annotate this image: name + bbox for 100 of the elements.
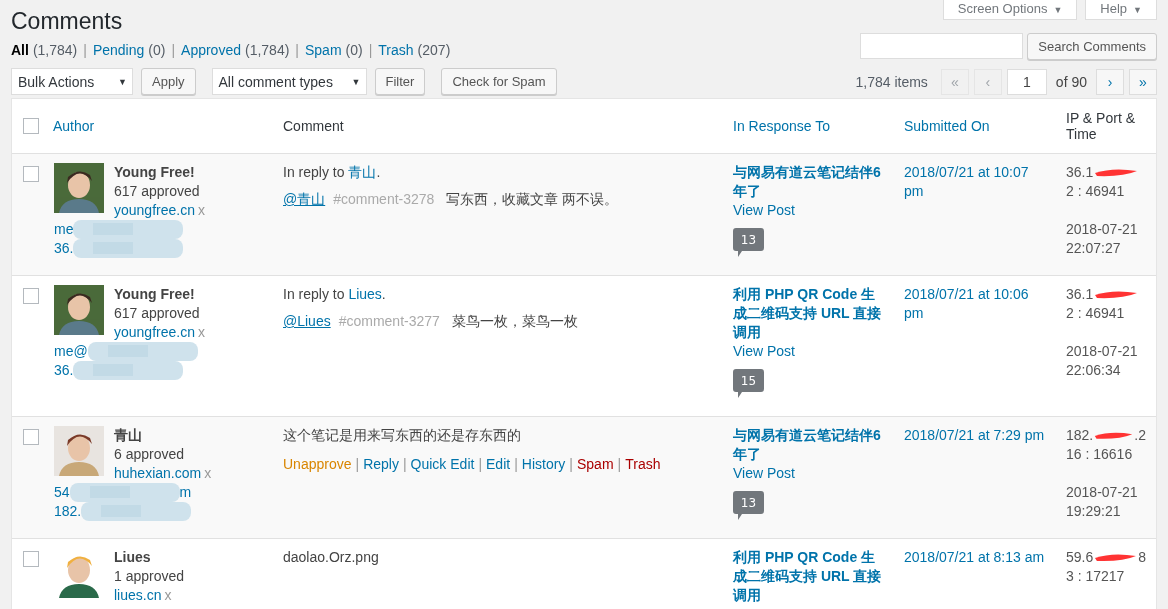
author-email[interactable]: m <box>179 483 192 502</box>
bulk-actions-dropdown[interactable]: Bulk Actions ▼ <box>11 68 133 95</box>
separator: | <box>355 455 360 474</box>
submitted-date-link[interactable]: 2018/07/21 at 10:06 pm <box>894 276 1056 416</box>
view-post-link[interactable]: View Post <box>733 464 884 483</box>
comment-anchor: #comment-3277 <box>338 313 440 329</box>
reply-to-link[interactable]: 青山 <box>348 164 377 180</box>
comment-type-dropdown[interactable]: All comment types ▼ <box>211 68 367 95</box>
approved-count: 617 approved <box>114 304 201 323</box>
filter-link[interactable]: Trash <box>378 42 414 58</box>
ip-address: 36.1 <box>1066 285 1094 304</box>
view-post-link[interactable]: View Post <box>733 201 884 220</box>
row-action-link[interactable]: Edit <box>486 455 511 474</box>
filter-link[interactable]: All <box>11 42 29 58</box>
separator: | <box>569 455 573 474</box>
approved-count: 617 approved <box>114 182 201 201</box>
remove-mark: x <box>197 202 205 218</box>
author-url[interactable]: liues.cn <box>114 587 162 603</box>
author-url[interactable]: youngfree.cn <box>114 324 195 340</box>
column-header[interactable]: In Response To <box>723 118 894 134</box>
comment-count-badge[interactable]: 13 <box>733 491 764 521</box>
author-ip[interactable]: 36. <box>54 361 74 380</box>
submitted-date-link[interactable]: 2018/07/21 at 8:13 am <box>894 539 1056 609</box>
post-title-link[interactable]: 利用 PHP QR Code 生成二维码支持 URL 直接调用 <box>733 548 884 605</box>
comment-text: 这个笔记是用来写东西的还是存东西的 <box>283 427 521 443</box>
checkbox[interactable] <box>23 429 39 445</box>
separator: | <box>171 42 176 58</box>
column-header[interactable]: Submitted On <box>894 118 1056 134</box>
comment-date: 2018-07-21 <box>1066 342 1139 361</box>
apply-button[interactable]: Apply <box>141 68 196 95</box>
row-action-link[interactable]: Reply <box>363 455 399 474</box>
row-action-link[interactable]: Quick Edit <box>410 455 475 474</box>
filter-button[interactable]: Filter <box>374 68 426 95</box>
row-action-link[interactable]: History <box>521 455 566 474</box>
mention-link[interactable]: @青山 <box>283 191 326 207</box>
ip-address: 8 <box>1138 548 1146 567</box>
tab-button[interactable]: Screen Options ▼ <box>942 0 1078 20</box>
filter-count: (0) <box>148 42 166 58</box>
item-count: 1,784 items <box>855 73 928 90</box>
checkbox[interactable] <box>23 288 39 304</box>
filter-link[interactable]: Pending <box>92 42 145 58</box>
author-email[interactable]: me@ <box>54 342 88 361</box>
remove-mark: x <box>197 324 205 340</box>
page-title: Comments <box>11 8 123 35</box>
page-nav-button[interactable]: » <box>1129 68 1157 95</box>
separator: | <box>514 455 518 474</box>
separator: | <box>402 455 407 474</box>
page-total: of 90 <box>1055 73 1087 90</box>
row-action-link[interactable]: Trash <box>625 455 661 474</box>
submitted-date-link[interactable]: 2018/07/21 at 7:29 pm <box>894 417 1056 538</box>
comment-count-badge[interactable]: 13 <box>733 228 764 258</box>
mention-link[interactable]: @Liues <box>283 313 331 329</box>
view-post-link[interactable]: View Post <box>733 342 884 361</box>
post-title-link[interactable]: 与网易有道云笔记结伴6年了 <box>733 426 884 464</box>
search-field[interactable] <box>860 33 1024 59</box>
reply-label: In reply to <box>283 164 346 180</box>
filter-count: (207) <box>417 42 451 58</box>
comment-date: 2018-07-21 <box>1066 483 1139 502</box>
author-email[interactable]: me <box>54 220 74 239</box>
page-nav-button[interactable]: › <box>1096 68 1124 95</box>
check-spam-button[interactable]: Check for Spam <box>441 68 557 95</box>
row-action-link[interactable]: Spam <box>577 455 614 474</box>
remove-mark: x <box>204 465 212 481</box>
post-title-link[interactable]: 与网易有道云笔记结伴6年了 <box>733 163 884 201</box>
author-ip[interactable]: 36. <box>54 239 74 258</box>
ip-address: .2 <box>1134 426 1146 445</box>
ip-address: 182. <box>1066 426 1094 445</box>
checkbox[interactable] <box>23 551 39 567</box>
checkbox[interactable] <box>23 118 39 134</box>
comment-count-badge[interactable]: 15 <box>733 369 764 399</box>
comment-text: 写东西，收藏文章 两不误。 <box>446 191 619 207</box>
author-url[interactable]: youngfree.cn <box>114 202 195 218</box>
ip-address: 59.6 <box>1066 548 1094 567</box>
comment-time: 19:29:21 <box>1066 502 1122 521</box>
filter-count: (1,784) <box>32 42 78 58</box>
port-text: 2 : 46941 <box>1066 304 1126 323</box>
remove-mark: x <box>164 587 172 603</box>
comment-text: daolao.Orz.png <box>283 549 379 565</box>
separator: | <box>83 42 87 58</box>
author-url[interactable]: huhexian.com <box>114 465 202 481</box>
page-field[interactable]: 1 <box>1006 68 1047 95</box>
filter-link[interactable]: Approved <box>181 42 241 58</box>
row-action-link[interactable]: Unapprove <box>283 455 352 474</box>
submitted-date-link[interactable]: 2018/07/21 at 10:07 pm <box>894 154 1056 275</box>
filter-link[interactable]: Spam <box>305 42 342 58</box>
reply-period: . <box>376 164 381 180</box>
comment-time: 22:06:34 <box>1066 361 1122 380</box>
search-button[interactable]: Search Comments <box>1027 33 1157 60</box>
column-header[interactable]: Author <box>43 118 273 134</box>
approved-count: 6 approved <box>114 445 186 464</box>
port-text: 2 : 46941 <box>1066 182 1126 201</box>
reply-to-link[interactable]: Liues <box>348 286 382 302</box>
checkbox[interactable] <box>23 166 39 182</box>
author-name: Young Free! <box>114 163 196 182</box>
author-email[interactable]: 54 <box>54 483 70 502</box>
comment-time: 22:07:27 <box>1066 239 1122 258</box>
post-title-link[interactable]: 利用 PHP QR Code 生成二维码支持 URL 直接调用 <box>733 285 884 342</box>
author-ip[interactable]: 182. <box>54 502 82 521</box>
separator: | <box>295 42 299 58</box>
tab-button[interactable]: Help ▼ <box>1085 0 1157 20</box>
